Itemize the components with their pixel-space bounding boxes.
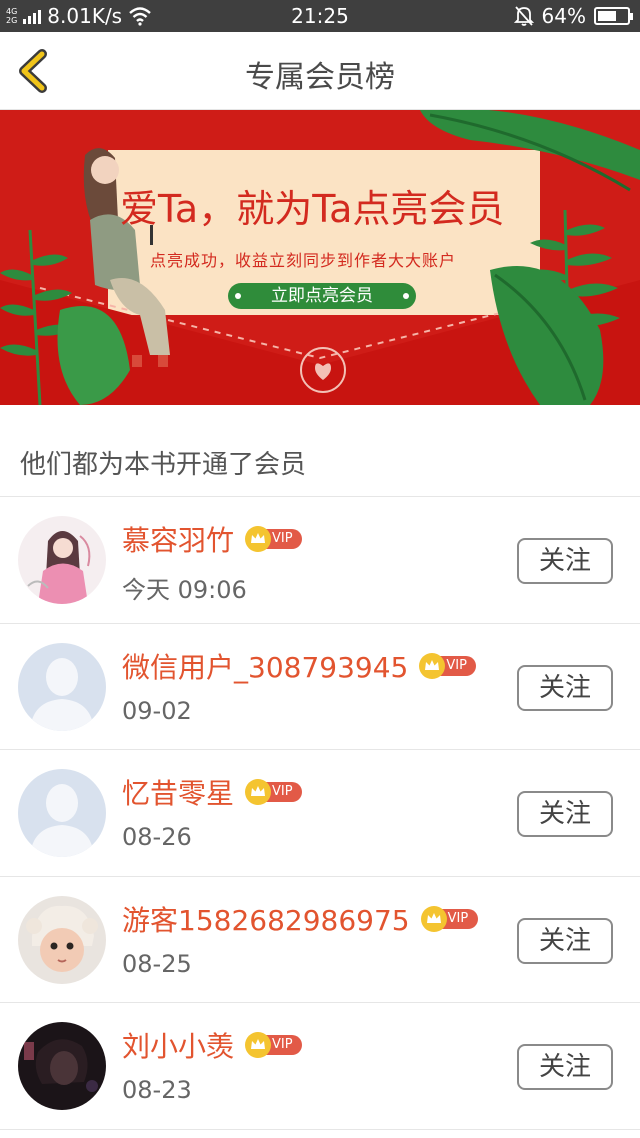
- crown-icon: [420, 905, 447, 932]
- list-item[interactable]: 忆昔零星 VIP 08-26 关注: [0, 750, 640, 877]
- list-item[interactable]: 游客1582682986975 VIP 08-25 关注: [0, 877, 640, 1003]
- name-line: 微信用户_308793945 VIP: [122, 646, 478, 686]
- alarm-off-icon: [513, 6, 534, 26]
- status-right: 64%: [513, 4, 633, 28]
- list-item[interactable]: 微信用户_308793945 VIP 09-02 关注: [0, 624, 640, 750]
- vip-badge: VIP: [418, 652, 478, 679]
- vip-badge: VIP: [244, 779, 304, 805]
- name-line: 刘小小羡 VIP: [122, 1025, 304, 1065]
- page-title: 专属会员榜: [245, 60, 395, 95]
- follow-button[interactable]: 关注: [517, 1044, 613, 1090]
- member-time: 09-02: [122, 696, 192, 725]
- avatar[interactable]: [18, 1022, 106, 1110]
- member-time: 08-26: [122, 823, 192, 851]
- name-line: 慕容羽竹 VIP: [122, 519, 304, 559]
- crown-icon: [419, 652, 446, 679]
- member-name[interactable]: 慕容羽竹: [122, 519, 234, 559]
- crown-icon: [245, 779, 272, 805]
- battery-icon: [594, 7, 633, 25]
- name-line: 游客1582682986975 VIP: [122, 899, 480, 939]
- avatar[interactable]: [18, 516, 106, 604]
- vip-badge: VIP: [244, 1032, 304, 1058]
- member-name[interactable]: 微信用户_308793945: [122, 646, 408, 686]
- member-list: 慕容羽竹 VIP 今天 09:06 关注 微信用户_308793945 VIP …: [0, 497, 640, 1130]
- name-line: 忆昔零星 VIP: [122, 772, 304, 812]
- crown-icon: [245, 1032, 272, 1058]
- avatar[interactable]: [18, 769, 106, 857]
- member-time: 今天 09:06: [122, 576, 247, 604]
- banner-cta[interactable]: 立即点亮会员: [228, 283, 416, 309]
- section-title: 他们都为本书开通了会员: [20, 450, 307, 480]
- member-name[interactable]: 忆昔零星: [122, 772, 234, 812]
- avatar[interactable]: [18, 642, 106, 731]
- list-item[interactable]: 慕容羽竹 VIP 今天 09:06 关注: [0, 497, 640, 624]
- battery-fill: [598, 11, 616, 21]
- promo-banner[interactable]: 爱Ta，就为Ta点亮会员 点亮成功，收益立刻同步到作者大大账户 立即点亮会员: [0, 110, 640, 405]
- battery-percent: 64%: [541, 4, 586, 28]
- avatar[interactable]: [18, 895, 106, 984]
- follow-button[interactable]: 关注: [517, 791, 613, 837]
- status-bar: 4G 2G 8.01K/s 21:25 64%: [0, 0, 640, 32]
- banner-headline: 爱Ta，就为Ta点亮会员: [120, 187, 505, 231]
- member-time: 08-25: [122, 949, 192, 978]
- follow-button[interactable]: 关注: [517, 664, 613, 711]
- nav-bar: 专属会员榜: [0, 32, 640, 110]
- list-item[interactable]: 刘小小羡 VIP 08-23 关注: [0, 1003, 640, 1130]
- member-name[interactable]: 刘小小羡: [122, 1025, 234, 1065]
- crown-icon: [245, 526, 272, 552]
- member-time: 08-23: [122, 1076, 192, 1104]
- follow-button[interactable]: 关注: [517, 917, 613, 964]
- banner-subline: 点亮成功，收益立刻同步到作者大大账户: [150, 251, 457, 270]
- vip-badge: VIP: [244, 526, 304, 552]
- follow-button[interactable]: 关注: [517, 538, 613, 584]
- member-name[interactable]: 游客1582682986975: [122, 899, 410, 939]
- vip-badge: VIP: [420, 905, 480, 932]
